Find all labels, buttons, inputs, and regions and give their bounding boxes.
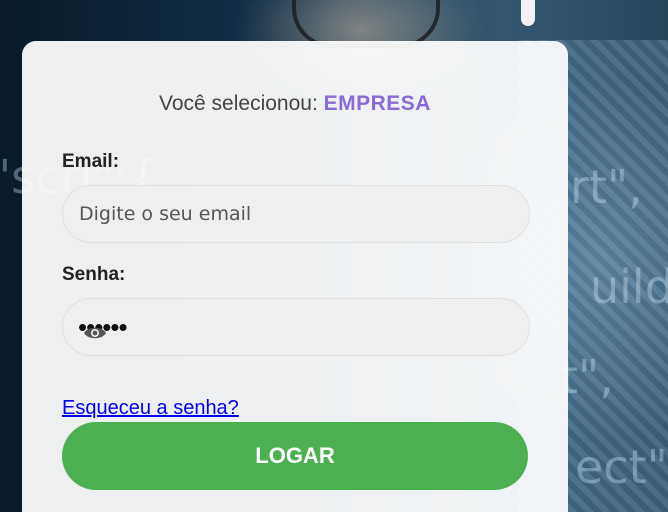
selection-type: EMPRESA	[323, 92, 431, 115]
password-label: Senha:	[62, 264, 126, 285]
forgot-password-link[interactable]: Esqueceu a senha?	[62, 397, 239, 420]
email-field[interactable]	[63, 186, 529, 242]
background-code-text: t",	[560, 350, 614, 404]
login-button[interactable]: LOGAR	[62, 422, 528, 490]
background-code-text: ect"	[575, 440, 668, 494]
background-code-text: uild	[590, 260, 668, 314]
eye-icon[interactable]	[83, 325, 107, 341]
background-earbud	[521, 0, 535, 26]
login-card: Você selecionou: EMPRESA Email: Senha: •…	[22, 41, 568, 512]
background-code-text: rt",	[570, 160, 643, 214]
email-label: Email:	[62, 151, 120, 172]
password-field[interactable]: ••••••	[62, 298, 530, 356]
selection-text: Você selecionou: EMPRESA	[22, 92, 568, 116]
selection-prefix: Você selecionou:	[159, 92, 324, 115]
email-field-wrapper	[62, 185, 530, 243]
